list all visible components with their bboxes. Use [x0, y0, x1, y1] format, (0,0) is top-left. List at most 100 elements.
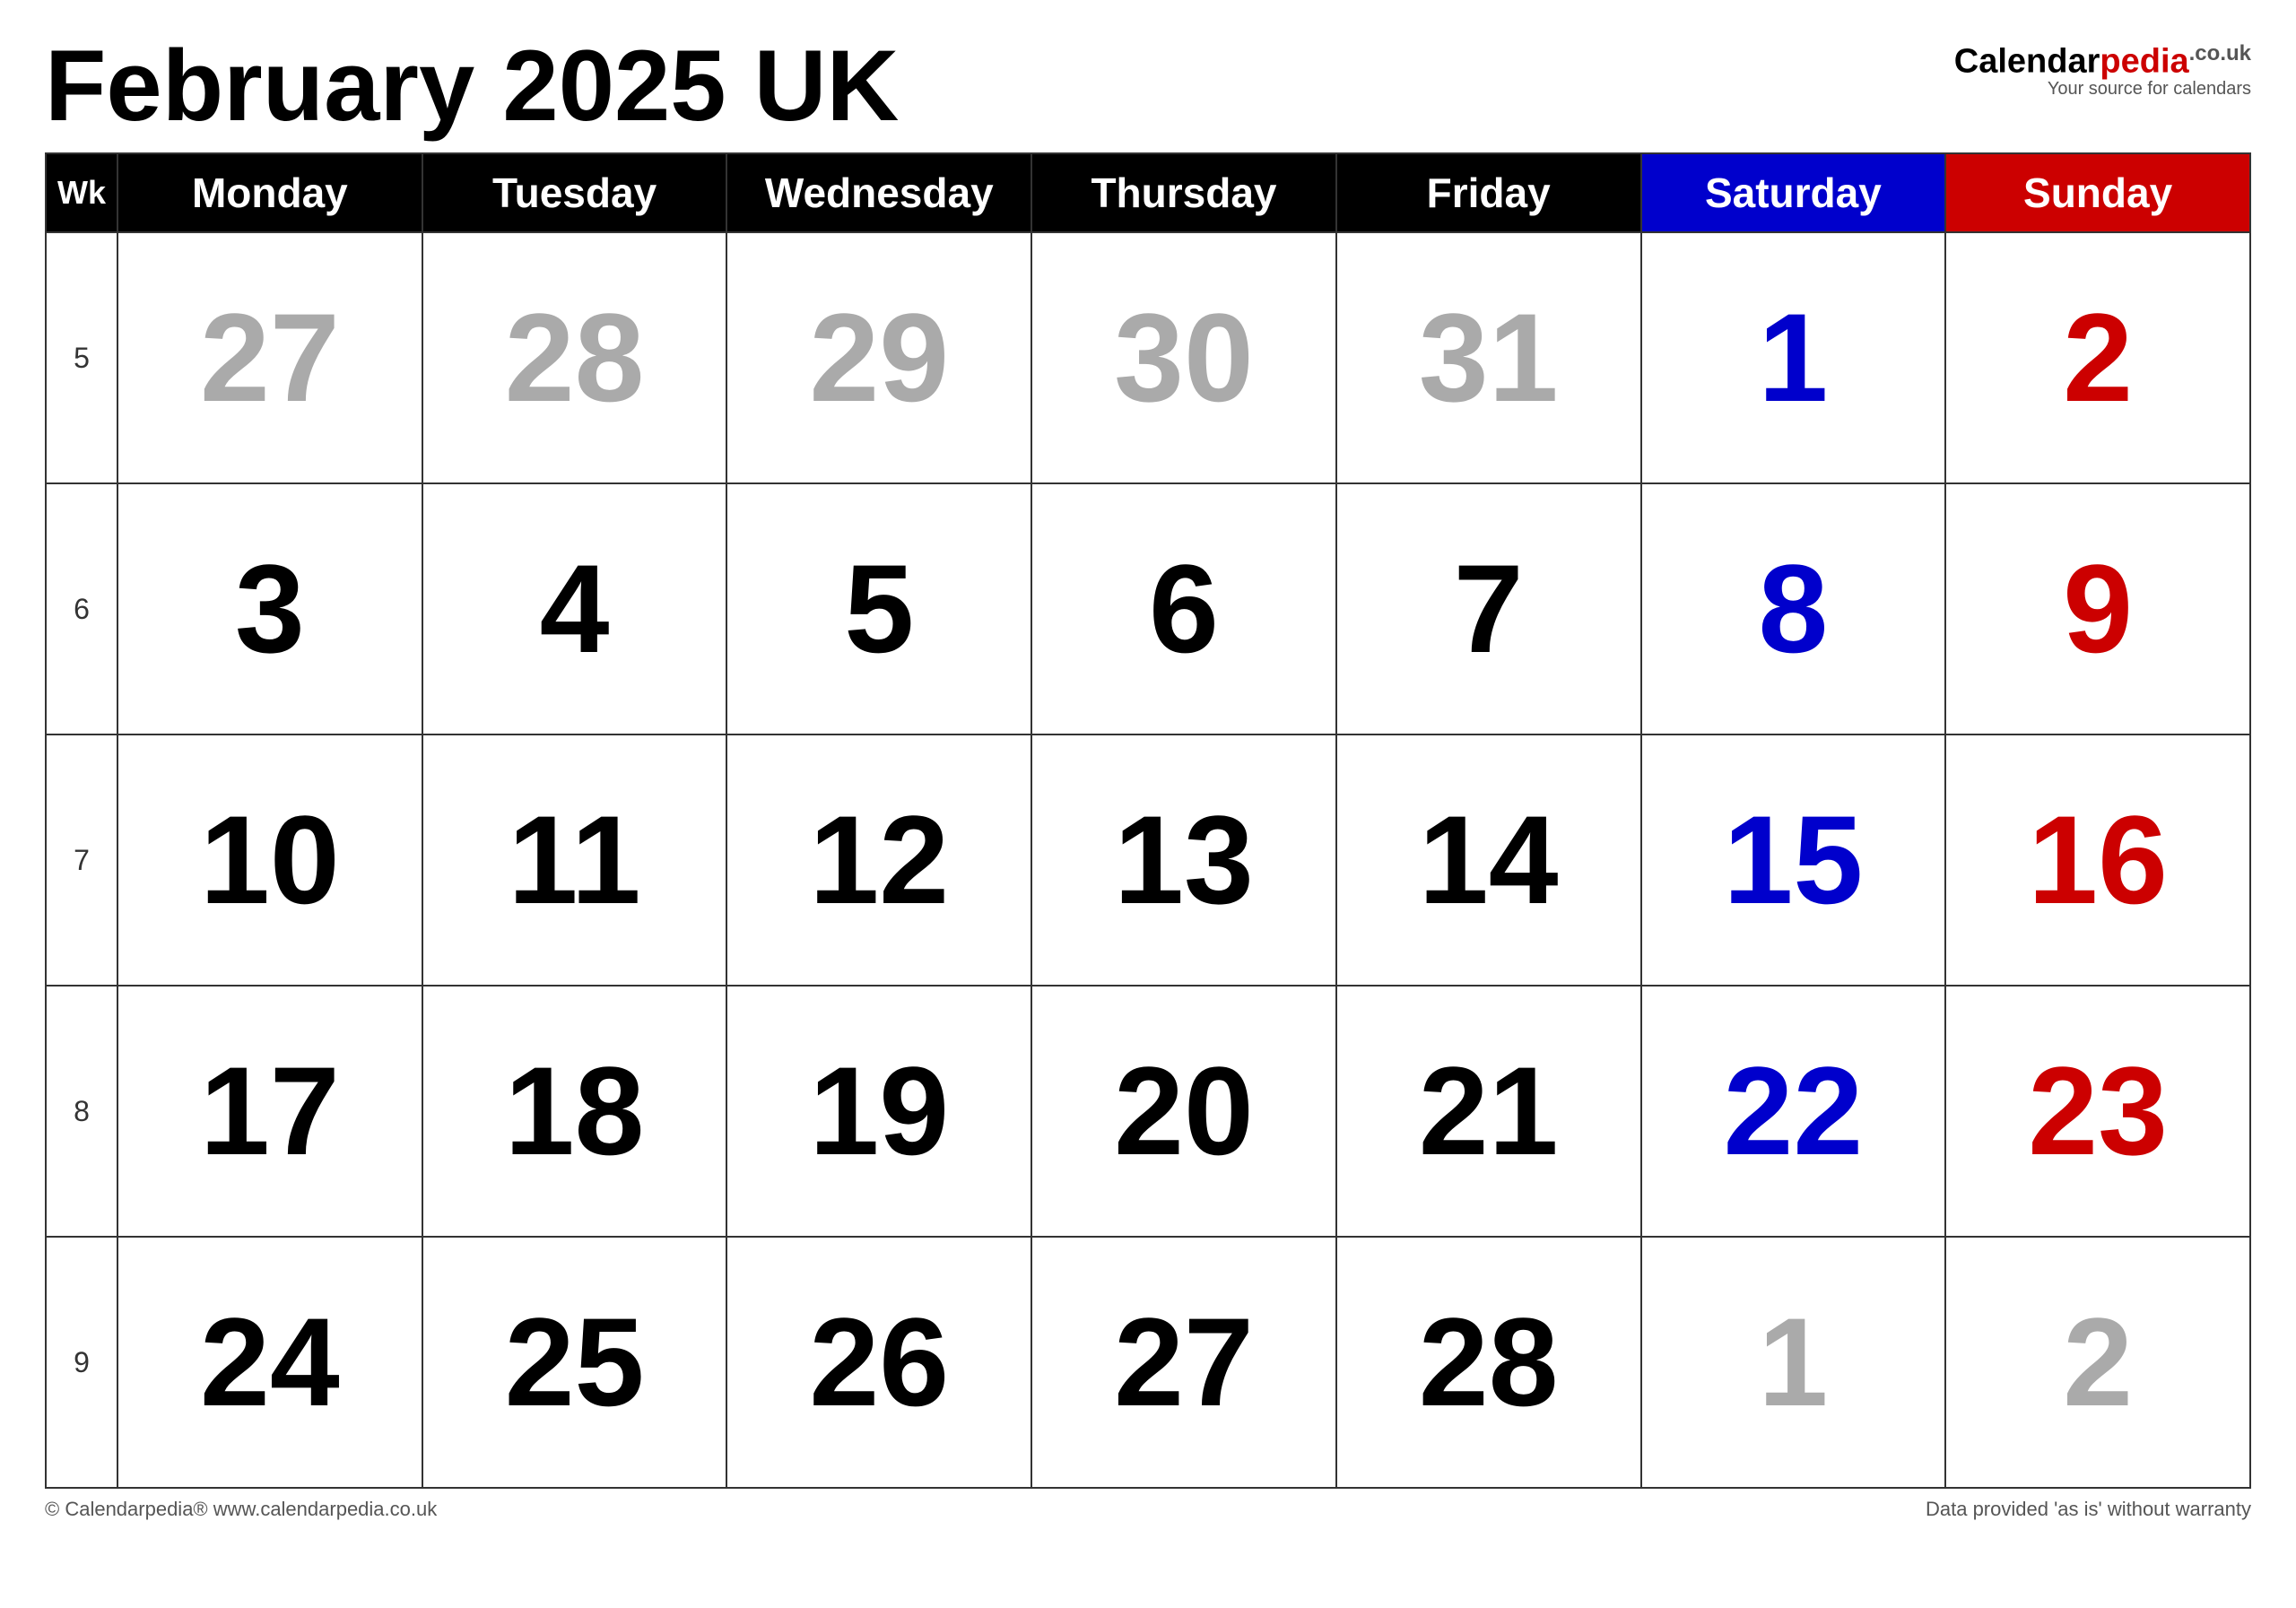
- day-cell: 1: [1641, 232, 1946, 483]
- day-cell: 6: [1031, 483, 1336, 734]
- tuesday-header: Tuesday: [422, 153, 727, 232]
- day-number: 21: [1419, 1040, 1559, 1181]
- day-number: 24: [200, 1291, 340, 1432]
- day-cell: 27: [117, 232, 422, 483]
- day-cell: 27: [1031, 1237, 1336, 1488]
- day-number: 15: [1724, 789, 1864, 930]
- day-number: 1: [1758, 287, 1828, 428]
- thursday-header: Thursday: [1031, 153, 1336, 232]
- logo-text: Calendarpedia.co.uk: [1954, 43, 2251, 79]
- day-cell: 15: [1641, 734, 1946, 986]
- day-number: 29: [809, 287, 949, 428]
- day-cell: 18: [422, 986, 727, 1237]
- day-number: 6: [1149, 538, 1219, 679]
- wk-num-9: 9: [46, 1237, 117, 1488]
- day-cell: 16: [1945, 734, 2250, 986]
- footer: © Calendarpedia® www.calendarpedia.co.uk…: [45, 1498, 2251, 1521]
- day-cell: 24: [117, 1237, 422, 1488]
- week-row-6: 63456789: [46, 483, 2250, 734]
- week-row-5: 5 27 28 29 30 31 1 2: [46, 232, 2250, 483]
- day-cell: 10: [117, 734, 422, 986]
- day-cell: 17: [117, 986, 422, 1237]
- day-number: 27: [1114, 1291, 1254, 1432]
- day-number: 3: [235, 538, 305, 679]
- logo-tld: .co.uk: [2189, 41, 2251, 65]
- day-cell: 2: [1945, 1237, 2250, 1488]
- day-number: 26: [809, 1291, 949, 1432]
- day-number: 7: [1454, 538, 1524, 679]
- day-cell: 13: [1031, 734, 1336, 986]
- day-cell: 2: [1945, 232, 2250, 483]
- monday-header: Monday: [117, 153, 422, 232]
- day-number: 18: [505, 1040, 645, 1181]
- day-cell: 26: [726, 1237, 1031, 1488]
- day-number: 9: [2063, 538, 2133, 679]
- day-cell: 29: [726, 232, 1031, 483]
- day-cell: 14: [1336, 734, 1641, 986]
- day-cell: 8: [1641, 483, 1946, 734]
- day-number: 25: [505, 1291, 645, 1432]
- day-cell: 25: [422, 1237, 727, 1488]
- day-number: 16: [2028, 789, 2168, 930]
- logo-brand: pedia: [2100, 43, 2188, 81]
- day-number: 31: [1419, 287, 1559, 428]
- day-number: 30: [1114, 287, 1254, 428]
- wk-num-5: 5: [46, 232, 117, 483]
- wk-num-8: 8: [46, 986, 117, 1237]
- day-number: 20: [1114, 1040, 1254, 1181]
- wk-num-6: 6: [46, 483, 117, 734]
- day-number: 22: [1724, 1040, 1864, 1181]
- day-number: 28: [1419, 1291, 1559, 1432]
- day-number: 8: [1758, 538, 1828, 679]
- sunday-header: Sunday: [1945, 153, 2250, 232]
- day-cell: 31: [1336, 232, 1641, 483]
- week-row-7: 7 10 11 12 13 14 15 16: [46, 734, 2250, 986]
- day-number: 2: [2063, 287, 2133, 428]
- day-number: 27: [200, 287, 340, 428]
- week-row-9: 9 24 25 26 27 28 1 2: [46, 1237, 2250, 1488]
- day-cell: 19: [726, 986, 1031, 1237]
- footer-left: © Calendarpedia® www.calendarpedia.co.uk: [45, 1498, 437, 1521]
- day-cell: 23: [1945, 986, 2250, 1237]
- day-number: 10: [200, 789, 340, 930]
- day-number: 17: [200, 1040, 340, 1181]
- calendar-table: Wk Monday Tuesday Wednesday Thursday Fri…: [45, 152, 2251, 1489]
- page-title: February 2025 UK: [45, 36, 899, 136]
- day-number: 2: [2063, 1291, 2133, 1432]
- day-number: 13: [1114, 789, 1254, 930]
- day-number: 19: [809, 1040, 949, 1181]
- day-number: 4: [540, 538, 610, 679]
- day-cell: 7: [1336, 483, 1641, 734]
- day-cell: 1: [1641, 1237, 1946, 1488]
- footer-right: Data provided 'as is' without warranty: [1926, 1498, 2251, 1521]
- day-cell: 22: [1641, 986, 1946, 1237]
- day-cell: 28: [1336, 1237, 1641, 1488]
- friday-header: Friday: [1336, 153, 1641, 232]
- wednesday-header: Wednesday: [726, 153, 1031, 232]
- day-number: 28: [505, 287, 645, 428]
- day-cell: 11: [422, 734, 727, 986]
- day-number: 5: [844, 538, 914, 679]
- wk-num-7: 7: [46, 734, 117, 986]
- day-cell: 12: [726, 734, 1031, 986]
- calendar-body: 5272829303112634567897101112131415168171…: [46, 232, 2250, 1488]
- day-cell: 30: [1031, 232, 1336, 483]
- day-cell: 20: [1031, 986, 1336, 1237]
- saturday-header: Saturday: [1641, 153, 1946, 232]
- day-cell: 9: [1945, 483, 2250, 734]
- week-row-8: 8 17 18 19 20 21 22 23: [46, 986, 2250, 1237]
- day-number: 11: [509, 789, 641, 930]
- day-cell: 3: [117, 483, 422, 734]
- logo-tagline: Your source for calendars: [2048, 79, 2251, 100]
- day-number: 14: [1419, 789, 1559, 930]
- day-cell: 28: [422, 232, 727, 483]
- wk-header: Wk: [46, 153, 117, 232]
- day-cell: 4: [422, 483, 727, 734]
- day-number: 1: [1758, 1291, 1828, 1432]
- day-number: 23: [2028, 1040, 2168, 1181]
- logo: Calendarpedia.co.uk Your source for cale…: [1954, 36, 2251, 100]
- day-cell: 5: [726, 483, 1031, 734]
- header-row: Wk Monday Tuesday Wednesday Thursday Fri…: [46, 153, 2250, 232]
- day-number: 12: [809, 789, 949, 930]
- day-cell: 21: [1336, 986, 1641, 1237]
